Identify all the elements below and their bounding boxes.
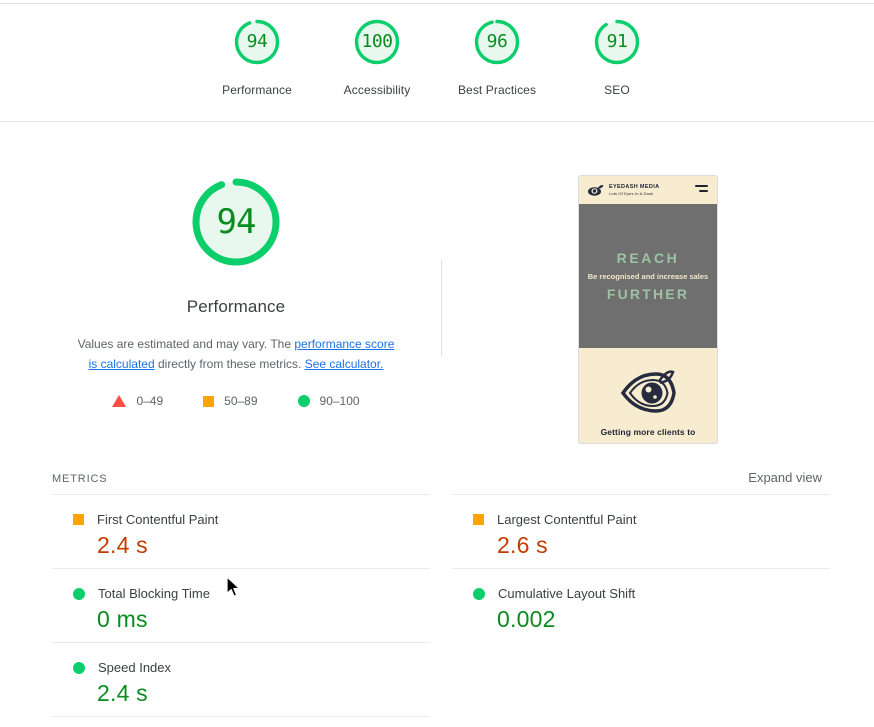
description-text-1: Values are estimated and may vary. The: [77, 337, 295, 351]
expand-view-button[interactable]: Expand view: [748, 470, 822, 485]
eye-logo-icon: [588, 184, 604, 196]
thumbnail-hero: REACH Be recognised and increase sales F…: [579, 204, 717, 348]
legend-range-label: 50–89: [224, 394, 258, 408]
score-gauge-ring: 100: [353, 18, 401, 66]
metric-value: 2.4 s: [97, 532, 148, 558]
category-score-accessibility[interactable]: 100 Accessibility: [317, 18, 437, 97]
vertical-divider: [441, 260, 442, 356]
thumbnail-site-header: EYEDASH MEDIA Lots Of Eyes In A Dash: [579, 176, 717, 204]
metrics-column-right: Largest Contentful Paint 2.6 s Cumulative …: [452, 494, 830, 717]
metrics-bottom-divider: [52, 716, 430, 717]
metrics-grid: First Contentful Paint 2.4 s Total Blockin…: [52, 494, 832, 717]
thumbnail-brand-name: EYEDASH MEDIA: [609, 183, 660, 190]
pass-circle-icon: [473, 587, 485, 600]
metric-row[interactable]: Total Blocking Time 0 ms: [52, 568, 430, 642]
lighthouse-report-page: 94 Performance 100 Accessibility 96 Best Prac…: [0, 0, 874, 727]
pass-circle-icon: [73, 587, 85, 600]
legend-item-circle: 90–100: [297, 394, 360, 408]
legend-range-label: 90–100: [319, 394, 360, 408]
metric-value: 2.4 s: [97, 680, 148, 706]
eyedash-eye-illustration-icon: [620, 369, 676, 413]
average-square-icon: [73, 514, 84, 525]
category-score-value: 91: [606, 31, 628, 52]
final-screenshot-thumbnail: EYEDASH MEDIA Lots Of Eyes In A Dash REA…: [578, 175, 718, 444]
metrics-header: METRICS Expand view: [52, 470, 822, 485]
performance-description: Values are estimated and may vary. The p…: [73, 334, 399, 374]
thumbnail-brand-tagline: Lots Of Eyes In A Dash: [609, 190, 654, 196]
category-scores-strip: 94 Performance 100 Accessibility 96 Best Prac…: [0, 4, 874, 121]
metric-row[interactable]: Cumulative Layout Shift 0.002: [452, 568, 830, 642]
thumbnail-caption: Getting more clients to: [600, 427, 696, 437]
metric-row[interactable]: Speed Index 2.4 s: [52, 642, 430, 716]
legend-item-square: 50–89: [203, 394, 258, 408]
category-score-label: SEO: [604, 83, 630, 97]
scores-section-divider: [0, 121, 874, 122]
metrics-column-left: First Contentful Paint 2.4 s Total Blockin…: [52, 494, 430, 717]
score-range-legend: 0–49 50–89 90–100: [112, 394, 360, 408]
performance-title: Performance: [186, 297, 286, 316]
metric-value: 2.6 s: [497, 532, 548, 558]
category-score-value: 94: [246, 31, 268, 52]
legend-range-label: 0–49: [136, 394, 164, 408]
category-score-performance[interactable]: 94 Performance: [197, 18, 317, 97]
metric-title-row: Speed Index: [73, 660, 430, 675]
category-score-label: Best Practices: [457, 83, 537, 97]
see-calculator-link[interactable]: See calculator.: [305, 357, 384, 371]
performance-summary: 94 Performance Values are estimated and …: [0, 170, 472, 408]
category-score-label: Performance: [222, 83, 292, 97]
pass-circle-icon: [73, 661, 85, 674]
metric-name: Speed Index: [98, 660, 172, 675]
metric-name: First Contentful Paint: [97, 512, 219, 527]
score-gauge-ring: 96: [473, 18, 521, 66]
metric-title-row: Cumulative Layout Shift: [473, 586, 830, 601]
metric-name: Cumulative Layout Shift: [498, 586, 636, 601]
metric-row[interactable]: Largest Contentful Paint 2.6 s: [452, 494, 830, 568]
average-square-icon: [473, 514, 484, 525]
metric-title-row: Largest Contentful Paint: [473, 512, 830, 527]
hero-subtitle: Be recognised and increase sales: [587, 272, 709, 281]
legend-item-triangle: 0–49: [112, 394, 163, 408]
thumbnail-body: Getting more clients to: [579, 348, 717, 443]
hero-headline-top: REACH: [616, 250, 680, 266]
metric-title-row: First Contentful Paint: [73, 512, 430, 527]
circle-swatch-icon: [297, 395, 310, 407]
metrics-column-gap: [430, 494, 452, 717]
category-score-value: 100: [361, 31, 393, 52]
category-score-seo[interactable]: 91 SEO: [557, 18, 677, 97]
metric-row[interactable]: First Contentful Paint 2.4 s: [52, 494, 430, 568]
metric-value: 0 ms: [97, 606, 148, 632]
metric-name: Largest Contentful Paint: [497, 512, 637, 527]
hero-headline-bottom: FURTHER: [606, 286, 690, 302]
metrics-title: METRICS: [52, 473, 108, 485]
metric-title-row: Total Blocking Time: [73, 586, 430, 601]
performance-gauge: 94: [184, 170, 288, 274]
description-text-2: directly from these metrics.: [154, 357, 305, 371]
category-score-label: Accessibility: [343, 83, 411, 97]
category-score-best-practices[interactable]: 96 Best Practices: [437, 18, 557, 97]
thumbnail-brand: EYEDASH MEDIA Lots Of Eyes In A Dash: [609, 183, 660, 196]
score-gauge-ring: 91: [593, 18, 641, 66]
performance-score-value: 94: [216, 202, 257, 242]
metric-value: 0.002: [497, 606, 556, 632]
square-swatch-icon: [203, 395, 215, 407]
category-score-value: 96: [486, 31, 508, 52]
hamburger-menu-icon: [695, 185, 708, 194]
metric-name: Total Blocking Time: [98, 586, 210, 601]
score-gauge-ring: 94: [233, 18, 281, 66]
triangle-swatch-icon: [112, 395, 127, 407]
